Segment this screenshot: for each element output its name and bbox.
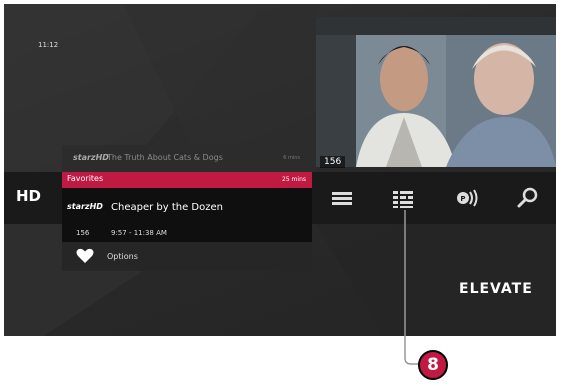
callout-badge: 8 [418, 350, 448, 380]
callout-leader-line [404, 210, 419, 365]
